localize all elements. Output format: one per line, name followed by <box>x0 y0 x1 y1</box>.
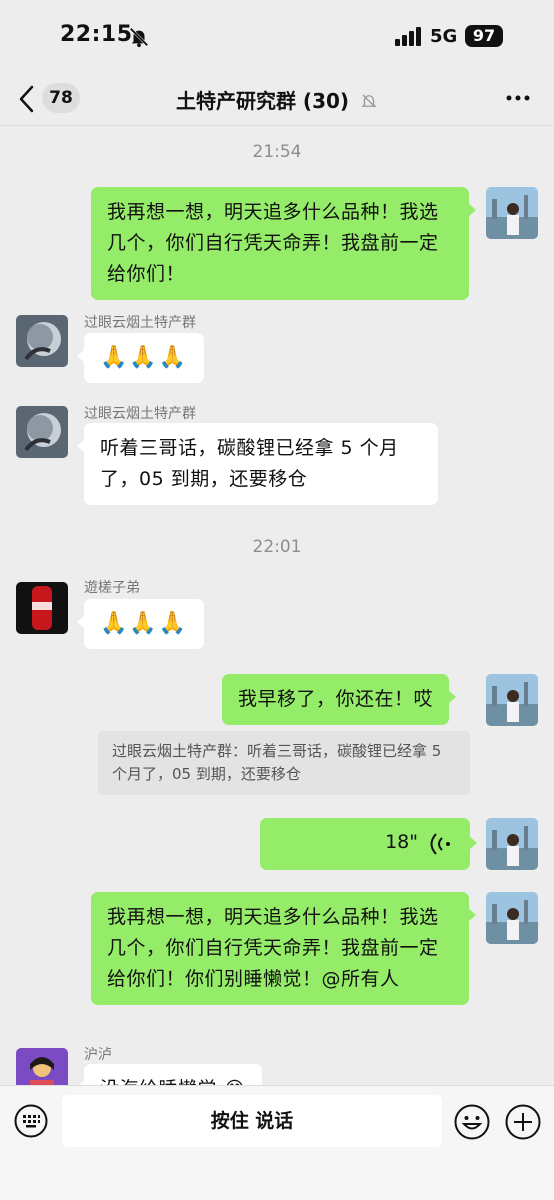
timestamp: 22:01 <box>252 537 302 557</box>
sender-avatar[interactable] <box>16 315 68 367</box>
more-icon[interactable] <box>504 84 532 112</box>
chat-title: 土特产研究群 (30) <box>0 85 554 114</box>
message-bubble-mine[interactable]: 我再想一想，明天追多什么品种！我选几个，你们自行凭天命弄！我盘前一定给你们！你们… <box>91 892 476 1005</box>
message-bubble-mine[interactable]: 我早移了，你还在！哎 <box>222 674 457 725</box>
emoji-icon[interactable] <box>454 1104 490 1140</box>
plus-icon[interactable] <box>505 1104 541 1140</box>
input-bar: 按住 说话 <box>0 1085 554 1200</box>
bell-off-icon <box>129 27 149 48</box>
sender-avatar[interactable] <box>16 1048 68 1085</box>
keyboard-icon[interactable] <box>14 1104 48 1138</box>
sender-name: 遊槎子弟 <box>84 580 140 596</box>
signal-icon <box>395 27 421 46</box>
voice-message[interactable]: 18" <box>260 818 477 870</box>
message-bubble-theirs[interactable]: 没海给睡懒觉 😂 <box>76 1064 263 1085</box>
sender-name: 过眼云烟土特产群 <box>84 315 196 331</box>
my-avatar[interactable] <box>486 674 538 726</box>
message-bubble-mine[interactable]: 我再想一想，明天追多什么品种！我选几个，你们自行凭天命弄！我盘前一定给你们！ <box>91 187 476 300</box>
voice-duration: 18" <box>385 831 418 853</box>
timestamp: 21:54 <box>252 142 302 162</box>
my-avatar[interactable] <box>486 818 538 870</box>
chat-header: 78 土特产研究群 (30) <box>0 72 554 126</box>
voice-wave-icon <box>430 833 450 855</box>
battery-indicator: 97 <box>465 25 503 47</box>
status-bar: 22:15 5G 97 <box>0 0 554 72</box>
sender-avatar[interactable] <box>16 406 68 458</box>
chat-title-text: 土特产研究群 (30) <box>175 89 350 113</box>
message-bubble-theirs[interactable]: 🙏🙏🙏 <box>76 599 205 649</box>
sender-name: 过眼云烟土特产群 <box>84 406 196 422</box>
status-time: 22:15 <box>60 22 133 47</box>
message-bubble-theirs[interactable]: 🙏🙏🙏 <box>76 333 205 383</box>
my-avatar[interactable] <box>486 187 538 239</box>
muted-bell-icon <box>361 94 377 108</box>
message-bubble-theirs[interactable]: 听着三哥话，碳酸锂已经拿 5 个月了，05 到期，还要移仓 <box>77 423 438 505</box>
quoted-message[interactable]: 过眼云烟土特产群：听着三哥话，碳酸锂已经拿 5 个月了，05 到期，还要移仓 <box>98 731 470 795</box>
sender-name: 沪泸 <box>84 1047 112 1063</box>
network-type: 5G <box>430 26 458 47</box>
sender-avatar[interactable] <box>16 582 68 634</box>
hold-to-talk-button[interactable]: 按住 说话 <box>62 1095 442 1147</box>
my-avatar[interactable] <box>486 892 538 944</box>
message-list[interactable]: 21:54 我再想一想，明天追多什么品种！我选几个，你们自行凭天命弄！我盘前一定… <box>0 127 554 1085</box>
